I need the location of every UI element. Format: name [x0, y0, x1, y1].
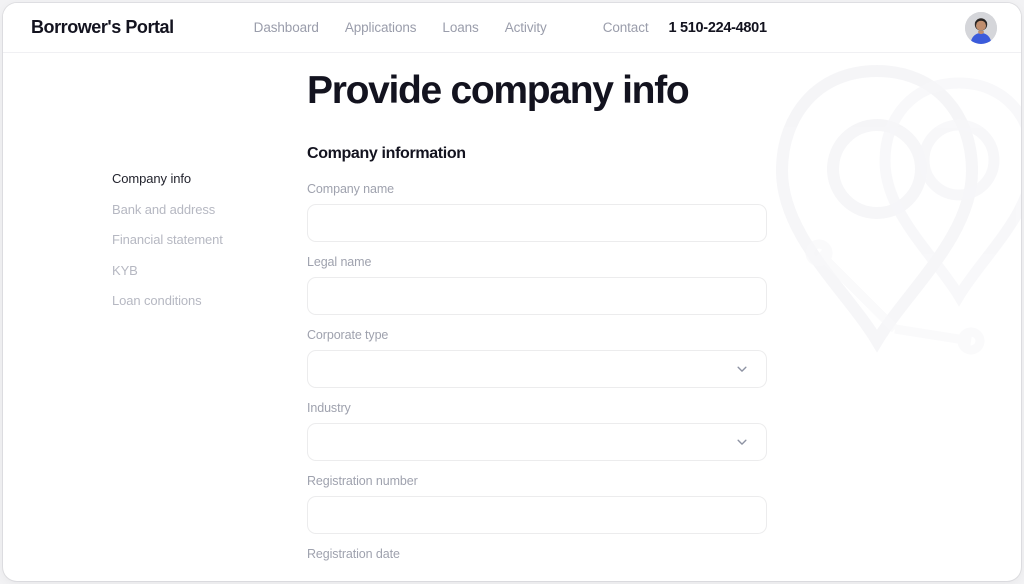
- legal-name-input[interactable]: [322, 278, 752, 314]
- page-title: Provide company info: [307, 69, 690, 112]
- support-phone-number[interactable]: 1 510-224-4801: [669, 20, 768, 36]
- chevron-down-icon: [737, 366, 747, 372]
- nav-link-loans[interactable]: Loans: [442, 20, 478, 35]
- step-nav-item-kyb[interactable]: KYB: [112, 263, 287, 279]
- avatar[interactable]: [965, 11, 997, 44]
- industry-select[interactable]: [307, 423, 767, 461]
- app-window: Borrower's Portal Dashboard Applications…: [3, 3, 1021, 581]
- chevron-down-icon: [737, 439, 747, 445]
- app-header: Borrower's Portal Dashboard Applications…: [3, 3, 1021, 53]
- step-nav: Company info Bank and address Financial …: [112, 171, 287, 309]
- company-name-input[interactable]: [322, 205, 752, 241]
- input-wrapper-company-name[interactable]: [307, 204, 767, 242]
- company-information-form: Company information Company name Legal n…: [307, 145, 767, 574]
- step-nav-item-company-info[interactable]: Company info: [112, 171, 287, 187]
- step-nav-item-financial-statement[interactable]: Financial statement: [112, 232, 287, 248]
- corporate-type-select[interactable]: [307, 350, 767, 388]
- registration-number-input[interactable]: [322, 497, 752, 533]
- field-industry: Industry: [307, 400, 767, 461]
- decorative-watermark: [775, 64, 1021, 355]
- avatar-photo-icon: [965, 11, 997, 44]
- field-label-company-name: Company name: [307, 182, 395, 196]
- nav-link-applications[interactable]: Applications: [345, 20, 417, 35]
- field-label-legal-name: Legal name: [307, 255, 372, 269]
- contact-group: Contact 1 510-224-4801: [603, 20, 767, 36]
- field-legal-name: Legal name: [307, 254, 767, 315]
- field-label-registration-number: Registration number: [307, 474, 418, 488]
- field-label-industry: Industry: [307, 401, 351, 415]
- step-nav-item-bank-and-address[interactable]: Bank and address: [112, 202, 287, 218]
- app-logo[interactable]: Borrower's Portal: [31, 17, 174, 38]
- field-registration-number: Registration number: [307, 473, 767, 534]
- screenshot-viewport: Borrower's Portal Dashboard Applications…: [0, 0, 1024, 584]
- field-registration-date: Registration date: [307, 546, 767, 562]
- nav-link-dashboard[interactable]: Dashboard: [254, 20, 319, 35]
- contact-link[interactable]: Contact: [603, 20, 649, 35]
- input-wrapper-legal-name[interactable]: [307, 277, 767, 315]
- step-nav-item-loan-conditions[interactable]: Loan conditions: [112, 293, 287, 309]
- field-company-name: Company name: [307, 181, 767, 242]
- nav-link-activity[interactable]: Activity: [505, 20, 547, 35]
- field-corporate-type: Corporate type: [307, 327, 767, 388]
- field-label-registration-date: Registration date: [307, 547, 400, 561]
- input-wrapper-registration-number[interactable]: [307, 496, 767, 534]
- primary-nav: Dashboard Applications Loans Activity: [254, 20, 547, 35]
- field-label-corporate-type: Corporate type: [307, 328, 389, 342]
- section-heading: Company information: [307, 145, 466, 162]
